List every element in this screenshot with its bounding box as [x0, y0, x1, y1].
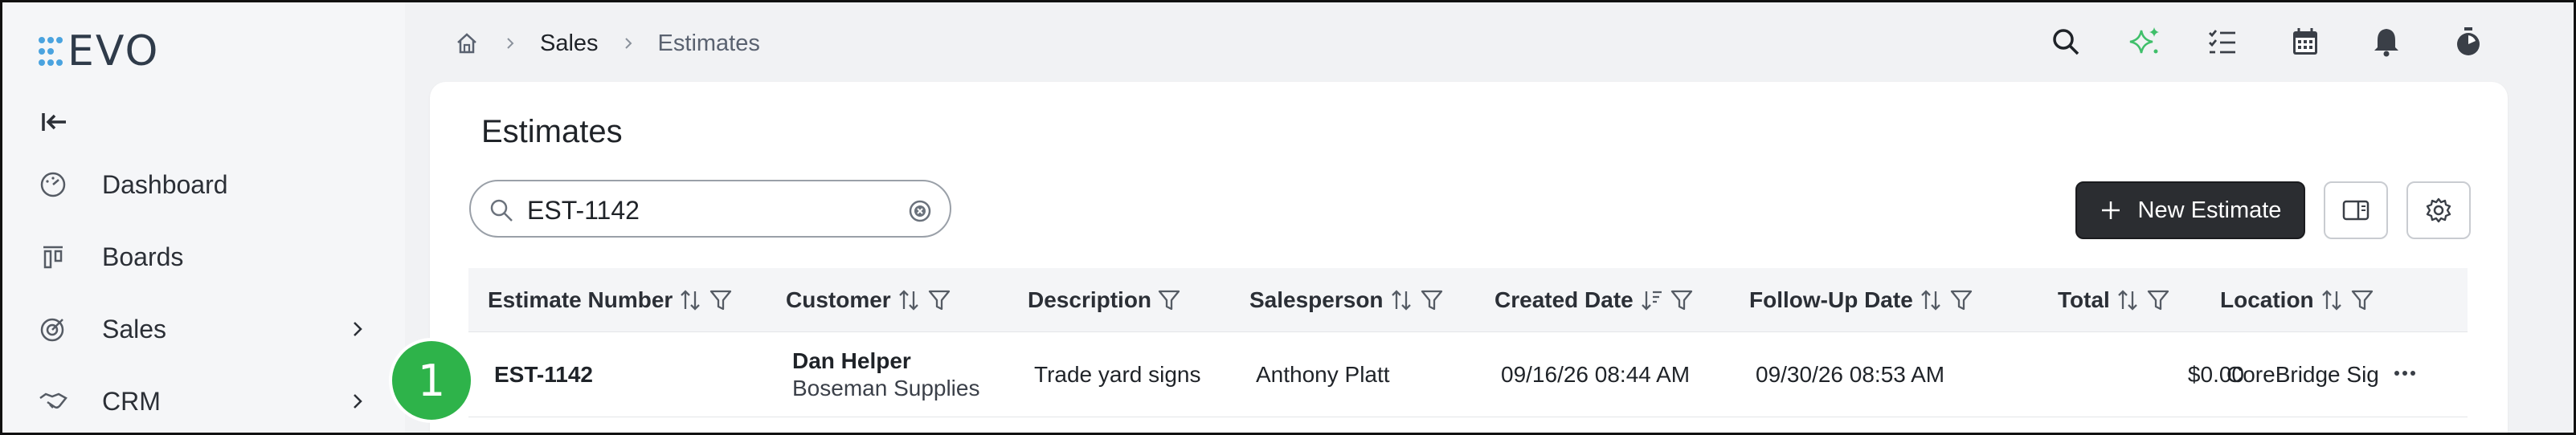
col-total[interactable]: Total [2058, 268, 2171, 332]
sidebar: EVO Dashboard Boards Sales CRM [0, 0, 405, 435]
sidebar-item-boards[interactable]: Boards [0, 229, 405, 285]
col-follow-up-date[interactable]: Follow-Up Date [1749, 268, 1974, 332]
gauge-icon [37, 169, 69, 201]
customer-company: Boseman Supplies [792, 376, 980, 400]
filter-icon[interactable] [926, 287, 952, 313]
chevron-right-icon [346, 389, 370, 413]
estimates-card: Estimates EST-1142 New Estimate Estimate… [430, 82, 2508, 435]
customer-name: Dan Helper [792, 348, 911, 373]
search-input[interactable]: EST-1142 [469, 180, 951, 238]
bell-icon[interactable] [2365, 21, 2407, 63]
chevron-right-icon [346, 317, 370, 341]
sidebar-item-label: Boards [102, 242, 184, 271]
sidebar-item-crm[interactable]: CRM [0, 373, 405, 429]
gear-icon [2426, 197, 2451, 223]
filter-icon[interactable] [1419, 287, 1445, 313]
settings-button[interactable] [2406, 181, 2471, 239]
filter-icon[interactable] [708, 287, 734, 313]
sidebar-item-label: CRM [102, 386, 161, 416]
sort-icon[interactable] [1918, 287, 1944, 313]
sidebar-item-label: Dashboard [102, 169, 228, 199]
plus-icon [2101, 201, 2120, 219]
column-label: Customer [786, 287, 891, 312]
column-layout-button[interactable] [2324, 181, 2388, 239]
cell-follow-up-date: 09/30/26 08:53 AM [1756, 362, 1945, 387]
column-label: Total [2058, 287, 2110, 312]
column-label: Salesperson [1249, 287, 1384, 312]
search-value: EST-1142 [527, 196, 640, 225]
cell-created-date: 09/16/26 08:44 AM [1501, 362, 1691, 387]
timer-icon[interactable] [2447, 21, 2489, 63]
sort-icon[interactable] [2319, 287, 2345, 313]
col-estimate-number[interactable]: Estimate Number [488, 268, 734, 332]
cell-description: Trade yard signs [1034, 362, 1201, 387]
clear-search-icon[interactable] [908, 199, 932, 223]
panel-layout-icon [2342, 200, 2370, 221]
page-title: Estimates [481, 114, 623, 149]
sidebar-item-dashboard[interactable]: Dashboard [0, 157, 405, 213]
target-icon [37, 313, 69, 345]
table-header: Estimate Number Customer Description Sal… [468, 268, 2468, 332]
handshake-icon [37, 385, 69, 417]
sort-icon[interactable] [1388, 287, 1414, 313]
step-badge: 1 [389, 338, 474, 423]
column-label: Location [2220, 287, 2314, 312]
row-more-icon[interactable] [2389, 361, 2421, 385]
filter-icon[interactable] [2349, 287, 2375, 313]
sort-icon[interactable] [896, 287, 922, 313]
cell-customer[interactable]: Dan Helper Boseman Supplies [792, 332, 979, 417]
cell-salesperson: Anthony Platt [1256, 362, 1390, 387]
app-logo[interactable]: EVO [37, 29, 159, 74]
search-icon [490, 199, 513, 222]
sort-icon[interactable] [2115, 287, 2141, 313]
collapse-left-icon [42, 113, 66, 131]
topbar-actions [405, 21, 2576, 63]
col-created-date[interactable]: Created Date [1494, 268, 1695, 332]
column-label: Estimate Number [488, 287, 673, 312]
col-location[interactable]: Location [2220, 268, 2375, 332]
search-icon[interactable] [2045, 21, 2087, 63]
new-estimate-button[interactable]: New Estimate [2075, 181, 2305, 239]
column-label: Follow-Up Date [1749, 287, 1913, 312]
sidebar-item-sales[interactable]: Sales [0, 301, 405, 357]
sort-icon[interactable] [677, 287, 703, 313]
filter-icon[interactable] [1669, 287, 1695, 313]
topbar: Sales Estimates [405, 0, 2576, 83]
new-estimate-label: New Estimate [2137, 197, 2282, 223]
col-customer[interactable]: Customer [786, 268, 952, 332]
sidebar-item-label: Sales [102, 314, 167, 344]
calendar-icon[interactable] [2284, 21, 2326, 63]
table-row[interactable]: EST-1142 Dan Helper Boseman Supplies Tra… [468, 332, 2468, 417]
sort-descending-icon[interactable] [1638, 287, 1664, 313]
col-salesperson[interactable]: Salesperson [1249, 268, 1445, 332]
logo-mark-icon [39, 37, 63, 66]
checklist-icon[interactable] [2202, 21, 2243, 63]
sparkle-icon[interactable] [2124, 21, 2165, 63]
column-label: Description [1028, 287, 1152, 312]
app-name: EVO [67, 27, 160, 75]
column-label: Created Date [1494, 287, 1634, 312]
filter-icon[interactable] [2145, 287, 2171, 313]
board-icon [37, 241, 69, 273]
cell-estimate-number[interactable]: EST-1142 [494, 332, 593, 417]
cell-location: CoreBridge Signs [2226, 362, 2379, 387]
collapse-sidebar-button[interactable] [39, 108, 71, 136]
filter-icon[interactable] [1948, 287, 1974, 313]
filter-icon[interactable] [1156, 287, 1182, 313]
col-description[interactable]: Description [1028, 268, 1182, 332]
